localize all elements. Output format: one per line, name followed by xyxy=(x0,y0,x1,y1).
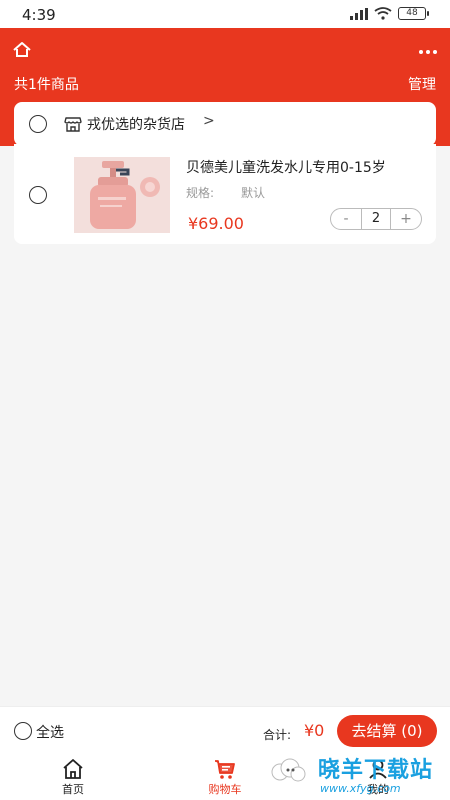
wifi-icon xyxy=(374,7,392,20)
product-title[interactable]: 贝德美儿童洗发水儿专用0-15岁 xyxy=(186,157,422,177)
more-icon[interactable] xyxy=(416,38,440,62)
battery-level: 48 xyxy=(406,8,418,18)
tab-home-label: 首页 xyxy=(62,783,84,796)
item-count-text: 共1件商品 xyxy=(14,77,79,93)
tab-mine-label: 我的 xyxy=(367,783,389,796)
checkout-bar: 全选 合计: ¥0 去结算 (0) xyxy=(0,706,450,756)
status-icons: 48 xyxy=(350,7,429,20)
decrease-quantity-button[interactable]: - xyxy=(331,209,361,229)
status-bar: 4:39 48 xyxy=(0,0,450,28)
select-all-label[interactable]: 全选 xyxy=(36,722,64,742)
spec-label: 规格: xyxy=(186,186,215,200)
shop-select-checkbox[interactable] xyxy=(29,115,47,133)
total-label: 合计: xyxy=(263,728,292,742)
cart-item: 贝德美儿童洗发水儿专用0-15岁 规格: 默认 ¥69.00 - 2 + xyxy=(14,144,436,244)
product-price: ¥69.00 xyxy=(188,214,244,233)
tab-home[interactable]: 首页 xyxy=(13,758,133,800)
manage-button[interactable]: 管理 xyxy=(408,74,436,94)
increase-quantity-button[interactable]: + xyxy=(391,209,421,229)
cart-icon xyxy=(215,760,235,779)
quantity-stepper: - 2 + xyxy=(330,208,422,230)
user-icon xyxy=(369,759,387,779)
tab-mine[interactable]: 我的 xyxy=(318,758,438,800)
checkout-button[interactable]: 去结算 (0) xyxy=(337,715,437,747)
tab-cart[interactable]: 购物车 xyxy=(165,758,285,800)
bottom-tab-bar: 首页 购物车 我的 xyxy=(0,756,450,800)
shop-row: 戎优选的杂货店 > xyxy=(14,102,436,146)
chevron-right-icon[interactable]: > xyxy=(203,113,215,129)
product-image[interactable] xyxy=(74,157,170,233)
total-amount: ¥0 xyxy=(304,721,325,740)
signal-icon xyxy=(350,7,368,20)
quantity-value[interactable]: 2 xyxy=(361,209,391,229)
home-icon[interactable] xyxy=(12,40,32,60)
status-time: 4:39 xyxy=(22,6,56,24)
spec-value: 默认 xyxy=(241,186,266,200)
shop-name-link[interactable]: 戎优选的杂货店 xyxy=(87,114,185,134)
item-select-checkbox[interactable] xyxy=(29,186,47,204)
store-icon xyxy=(64,117,82,132)
battery-icon: 48 xyxy=(398,7,429,20)
home-icon xyxy=(63,759,83,779)
select-all-checkbox[interactable] xyxy=(14,722,32,740)
tab-cart-label: 购物车 xyxy=(208,783,242,796)
